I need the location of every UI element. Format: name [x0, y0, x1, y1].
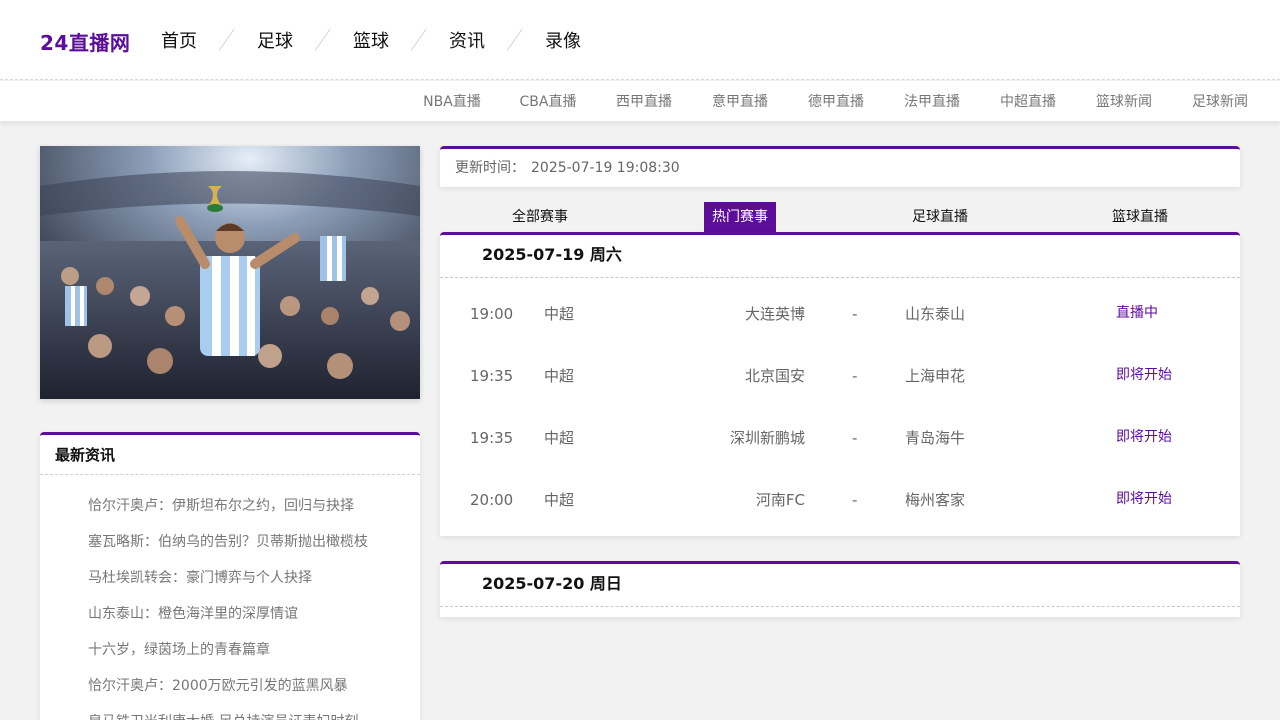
match-league: 中超: [544, 305, 575, 323]
nav-separator: [309, 26, 337, 54]
tab-label: 足球直播: [912, 209, 968, 225]
nav-separator: [501, 26, 529, 54]
nav-separator: [405, 26, 433, 54]
match-vs: -: [852, 491, 858, 509]
main-nav-item-news: 资讯: [433, 26, 529, 54]
main-nav-item-home: 首页: [145, 26, 241, 54]
main-nav-item-basketball: 篮球: [337, 26, 433, 54]
match-day-date: 2025-07-19 周六: [440, 235, 1240, 278]
match-time: 19:35: [470, 429, 514, 447]
match-row[interactable]: 19:35 中超 深圳新鹏城 - 青岛海牛 即将开始: [440, 408, 1240, 470]
match-row[interactable]: 19:00 中超 大连英博 - 山东泰山 直播中: [440, 284, 1240, 346]
match-home-team: 北京国安: [744, 367, 805, 385]
sub-nav-link-csl[interactable]: 中超直播: [980, 91, 1076, 111]
banner-photo-illustration: [40, 146, 420, 399]
match-vs: -: [852, 367, 858, 385]
news-item[interactable]: 山东泰山：橙色海洋里的深厚情谊: [88, 596, 420, 632]
update-time-label: 更新时间：: [455, 160, 525, 176]
match-home-team: 大连英博: [744, 305, 805, 323]
match-home-team: 河南FC: [755, 491, 805, 509]
match-status-link[interactable]: 即将开始: [1116, 408, 1172, 466]
news-item[interactable]: 恰尔汗奥卢：伊斯坦布尔之约，回归与抉择: [88, 488, 420, 524]
latest-news-panel: 最新资讯 恰尔汗奥卢：伊斯坦布尔之约，回归与抉择 塞瓦略斯：伯纳乌的告别？贝蒂斯…: [40, 432, 420, 720]
sub-nav-link-laliga[interactable]: 西甲直播: [596, 91, 692, 111]
match-league: 中超: [544, 367, 575, 385]
nav-separator: [213, 26, 241, 54]
news-item[interactable]: 塞瓦略斯：伯纳乌的告别？贝蒂斯抛出橄榄枝: [88, 524, 420, 560]
sub-nav: NBA直播 CBA直播 西甲直播 意甲直播 德甲直播 法甲直播 中超直播 篮球新…: [404, 81, 1268, 121]
main-nav: 首页 足球 篮球 资讯 录像: [145, 0, 597, 80]
news-item[interactable]: 皇马铁卫米利唐大婚 足总持演员证表妇时刻: [88, 704, 420, 720]
sub-nav-link-seriea[interactable]: 意甲直播: [692, 91, 788, 111]
banner-image[interactable]: [40, 146, 420, 399]
sub-nav-link-cba[interactable]: CBA直播: [500, 91, 596, 111]
match-league: 中超: [544, 429, 575, 447]
match-status-link[interactable]: 直播中: [1116, 284, 1158, 342]
match-time: 19:35: [470, 367, 514, 385]
match-time: 20:00: [470, 491, 514, 509]
match-list: 19:00 中超 大连英博 - 山东泰山 直播中 19:35 中超 北京国安 -…: [440, 278, 1240, 532]
match-day-date: 2025-07-20 周日: [440, 564, 1240, 607]
site-logo[interactable]: 24直播网: [40, 27, 130, 56]
sub-nav-link-ligue1[interactable]: 法甲直播: [884, 91, 980, 111]
match-time: 19:00: [470, 305, 514, 323]
sub-nav-bar: NBA直播 CBA直播 西甲直播 意甲直播 德甲直播 法甲直播 中超直播 篮球新…: [0, 81, 1280, 121]
match-status-link[interactable]: 即将开始: [1116, 470, 1172, 528]
match-away-team: 山东泰山: [905, 305, 966, 323]
match-row[interactable]: 19:35 中超 北京国安 - 上海申花 即将开始: [440, 346, 1240, 408]
main-nav-link-home[interactable]: 首页: [145, 27, 213, 53]
match-away-team: 梅州客家: [905, 491, 966, 509]
main-nav-item-football: 足球: [241, 26, 337, 54]
news-list: 恰尔汗奥卢：伊斯坦布尔之约，回归与抉择 塞瓦略斯：伯纳乌的告别？贝蒂斯抛出橄榄枝…: [40, 475, 420, 720]
tab-football-live[interactable]: 足球直播: [840, 202, 1040, 232]
match-league: 中超: [544, 491, 575, 509]
match-filter-tabs: 全部赛事 热门赛事 足球直播 篮球直播: [440, 202, 1240, 232]
main-nav-link-replay[interactable]: 录像: [529, 27, 597, 53]
match-away-team: 上海申花: [905, 367, 966, 385]
latest-news-title: 最新资讯: [40, 435, 420, 475]
main-nav-link-basketball[interactable]: 篮球: [337, 27, 405, 53]
update-time-bar: 更新时间： 2025-07-19 19:08:30: [440, 146, 1240, 187]
match-row[interactable]: 20:00 中超 河南FC - 梅州客家 即将开始: [440, 470, 1240, 532]
tab-hot-matches[interactable]: 热门赛事: [640, 202, 840, 232]
update-time-value: 2025-07-19 19:08:30: [531, 160, 680, 176]
match-status-link[interactable]: 即将开始: [1116, 346, 1172, 404]
main-nav-link-news[interactable]: 资讯: [433, 27, 501, 53]
match-day-panel: 2025-07-19 周六 19:00 中超 大连英博 - 山东泰山 直播中 1…: [440, 232, 1240, 536]
sub-nav-link-basketball-news[interactable]: 篮球新闻: [1076, 91, 1172, 111]
tab-basketball-live[interactable]: 篮球直播: [1040, 202, 1240, 232]
tab-all-matches[interactable]: 全部赛事: [440, 202, 640, 232]
tab-label: 热门赛事: [704, 202, 776, 232]
tab-label: 全部赛事: [512, 209, 568, 225]
match-vs: -: [852, 305, 858, 323]
sub-nav-link-bundesliga[interactable]: 德甲直播: [788, 91, 884, 111]
sub-nav-link-football-news[interactable]: 足球新闻: [1172, 91, 1268, 111]
sub-nav-link-nba[interactable]: NBA直播: [404, 91, 500, 111]
tab-label: 篮球直播: [1112, 209, 1168, 225]
main-nav-link-football[interactable]: 足球: [241, 27, 309, 53]
news-item[interactable]: 十六岁，绿茵场上的青春篇章: [88, 632, 420, 668]
top-header: 24直播网 首页 足球 篮球 资讯 录像: [0, 0, 1280, 80]
match-away-team: 青岛海牛: [905, 429, 966, 447]
main-nav-item-replay: 录像: [529, 27, 597, 53]
match-home-team: 深圳新鹏城: [729, 429, 805, 447]
news-item[interactable]: 马杜埃凯转会：豪门博弈与个人抉择: [88, 560, 420, 596]
match-day-panel: 2025-07-20 周日: [440, 561, 1240, 617]
match-vs: -: [852, 429, 858, 447]
news-item[interactable]: 恰尔汗奥卢：2000万欧元引发的蓝黑风暴: [88, 668, 420, 704]
